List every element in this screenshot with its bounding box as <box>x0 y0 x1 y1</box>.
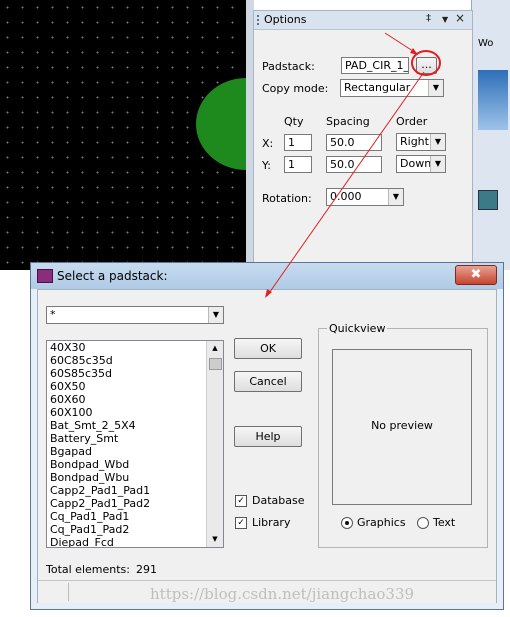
annotation-overlay <box>265 32 441 298</box>
annotation-pointer-line <box>266 71 425 297</box>
annotation-circle <box>411 50 441 76</box>
annotation-arrow-line <box>384 32 417 54</box>
watermark-text: https://blog.csdn.net/jiangchao339 <box>150 585 415 603</box>
